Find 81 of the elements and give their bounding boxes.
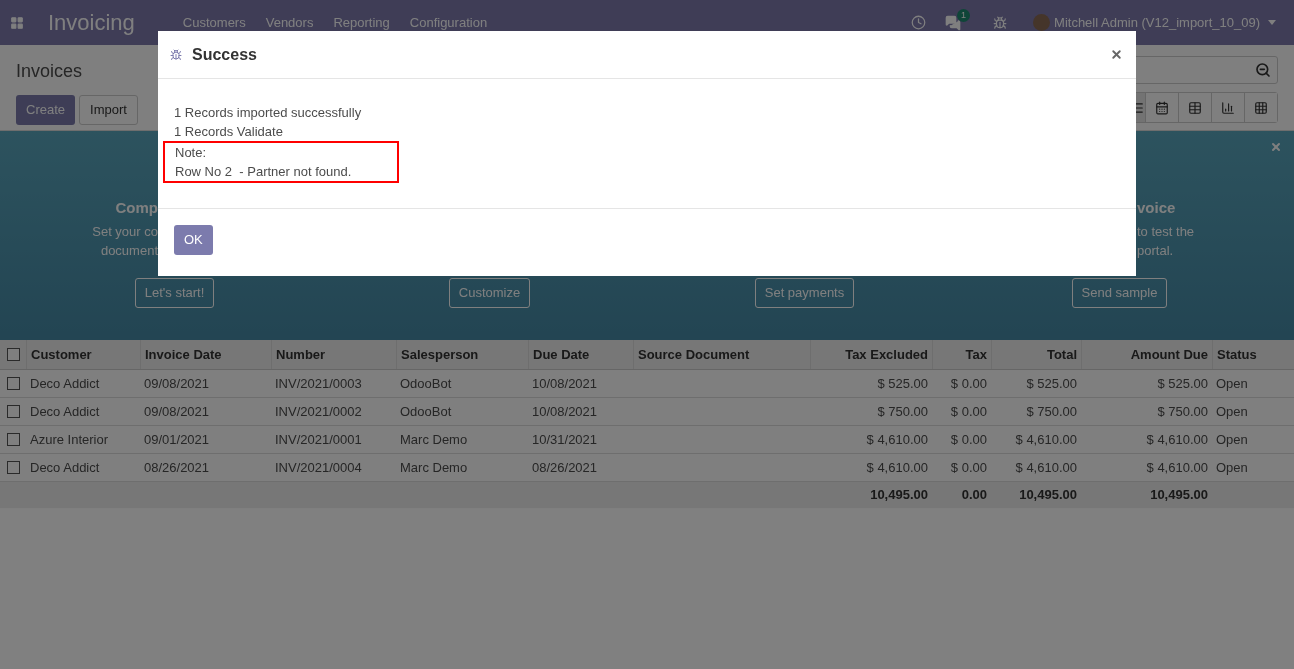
note-text: Row No 2 - Partner not found. <box>175 163 353 181</box>
app-title: Invoicing <box>48 9 135 37</box>
table-cell-text: 09/01/2021 <box>144 430 210 449</box>
table-cell-text: 09/08/2021 <box>144 374 210 393</box>
table-cell-text: $ 0.00 <box>950 430 987 449</box>
table-cell-text: Deco Addict <box>30 374 100 393</box>
table-cell-text: 10/08/2021 <box>532 374 598 393</box>
table-cell-text: Open <box>1216 374 1248 393</box>
table-cell-text: $ 4,610.00 <box>1146 430 1208 449</box>
table-cell-text: 10/08/2021 <box>532 402 598 421</box>
step-button[interactable]: Send sample <box>1071 278 1168 308</box>
table-cell-text: Azure Interior <box>30 430 109 449</box>
table-cell-text: $ 0.00 <box>950 402 987 421</box>
table-cell-text: $ 4,610.00 <box>1015 458 1077 477</box>
table-cell-text: $ 525.00 <box>1157 374 1208 393</box>
menu-item[interactable]: Reporting <box>333 12 390 33</box>
table-cell-text: OdooBot <box>400 374 452 393</box>
total-cell-text: 10,495.00 <box>1150 486 1208 505</box>
table-cell-text: INV/2021/0004 <box>275 458 362 477</box>
column-header[interactable]: Source Document <box>633 340 810 369</box>
table-cell-text: INV/2021/0002 <box>275 402 362 421</box>
table-cell-text: Marc Demo <box>400 430 468 449</box>
message-count-badge: 1 <box>957 8 971 22</box>
dialog-message: 1 Records imported successfully <box>174 104 362 122</box>
table-cell-text: $ 750.00 <box>1026 402 1077 421</box>
column-header[interactable]: Number <box>271 340 396 369</box>
ok-button[interactable]: OK <box>174 225 213 255</box>
note-text: Note: <box>175 144 208 162</box>
column-header[interactable]: Total <box>991 340 1081 369</box>
table-cell-text: $ 4,610.00 <box>866 430 928 449</box>
step-title: voice <box>1137 199 1176 216</box>
table-cell-text: $ 750.00 <box>1157 402 1208 421</box>
column-header[interactable]: Customer <box>26 340 140 369</box>
table-cell-text: Marc Demo <box>400 458 468 477</box>
table-cell-text: 08/26/2021 <box>144 458 210 477</box>
step-description: Set your co <box>92 223 158 241</box>
menu-item[interactable]: Configuration <box>409 12 488 33</box>
step-button[interactable]: Customize <box>448 278 531 308</box>
step-description: to test the <box>1137 223 1195 241</box>
table-cell-text: $ 4,610.00 <box>1015 430 1077 449</box>
table-cell-text: Open <box>1216 458 1248 477</box>
dialog-message: 1 Records Validate <box>174 123 283 141</box>
column-header[interactable]: Tax <box>932 340 991 369</box>
table-cell-text: Deco Addict <box>30 402 100 421</box>
table-cell-text: $ 4,610.00 <box>866 458 928 477</box>
column-header[interactable]: Invoice Date <box>140 340 271 369</box>
page-title: Invoices <box>16 60 84 83</box>
table-cell-text: $ 0.00 <box>950 458 987 477</box>
table-cell-text: OdooBot <box>400 402 452 421</box>
import-button[interactable]: Import <box>79 95 138 125</box>
step-description: document <box>100 242 158 260</box>
step-button[interactable]: Let's start! <box>134 278 215 308</box>
table-cell-text: INV/2021/0003 <box>275 374 362 393</box>
table-cell-text: $ 0.00 <box>950 374 987 393</box>
table-cell-text: 10/31/2021 <box>532 430 598 449</box>
table-cell-text: 08/26/2021 <box>532 458 598 477</box>
column-header[interactable]: Status <box>1212 340 1294 369</box>
column-header[interactable]: Salesperson <box>396 340 528 369</box>
dialog-title: Success <box>192 44 257 65</box>
step-description: portal. <box>1137 242 1174 260</box>
column-header[interactable]: Tax Excluded <box>810 340 932 369</box>
table-cell-text: $ 525.00 <box>877 374 928 393</box>
total-cell-text: 10,495.00 <box>1019 486 1077 505</box>
table-cell-text: Open <box>1216 402 1248 421</box>
step-button[interactable]: Set payments <box>754 278 855 308</box>
total-cell-text: 10,495.00 <box>870 486 928 505</box>
menu-item[interactable]: Customers <box>182 12 246 33</box>
table-cell-text: Deco Addict <box>30 458 100 477</box>
table-cell-text: 09/08/2021 <box>144 402 210 421</box>
table-cell-text: INV/2021/0001 <box>275 430 362 449</box>
table-cell-text: $ 4,610.00 <box>1146 458 1208 477</box>
create-button[interactable]: Create <box>16 95 76 125</box>
table-cell-text: $ 750.00 <box>877 402 928 421</box>
column-header[interactable]: Due Date <box>528 340 633 369</box>
table-cell-text: Open <box>1216 430 1248 449</box>
total-cell-text: 0.00 <box>961 486 987 505</box>
menu-item[interactable]: Vendors <box>265 12 314 33</box>
table-cell-text: $ 525.00 <box>1026 374 1077 393</box>
step-title: Comp <box>115 199 158 216</box>
user-menu[interactable]: Mitchell Admin (V12_import_10_09) <box>1054 12 1260 33</box>
column-header[interactable]: Amount Due <box>1081 340 1212 369</box>
